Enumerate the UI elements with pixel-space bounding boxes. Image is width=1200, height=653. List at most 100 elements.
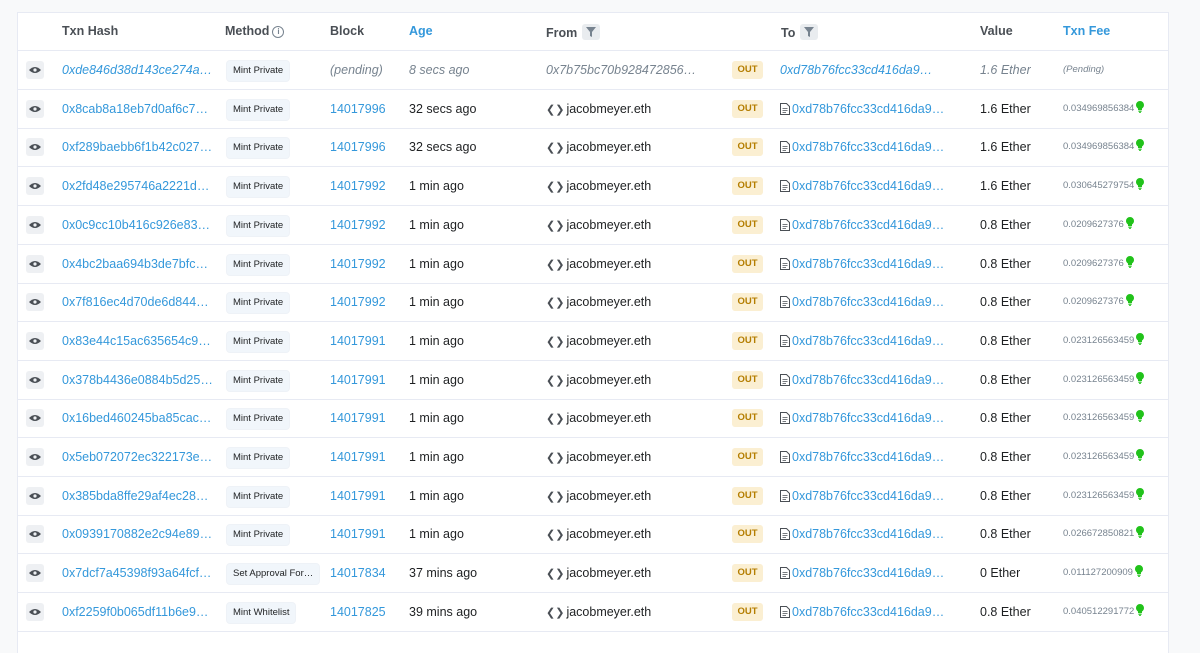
gas-bulb-icon[interactable] bbox=[1134, 603, 1145, 617]
gas-bulb-icon[interactable] bbox=[1134, 410, 1145, 423]
txn-hash-link[interactable]: 0x0939170882e2c94e89… bbox=[62, 515, 214, 553]
to-address-link[interactable]: 0xd78b76fcc33cd416da9… bbox=[780, 515, 955, 553]
view-details-eye-button[interactable] bbox=[26, 486, 44, 505]
from-address[interactable]: ❮❯ jacobmeyer.eth bbox=[546, 128, 726, 166]
to-address-link[interactable]: 0xd78b76fcc33cd416da9… bbox=[780, 477, 955, 515]
block-link[interactable]: 14017991 bbox=[330, 361, 386, 399]
from-address[interactable]: ❮❯ jacobmeyer.eth bbox=[546, 322, 726, 360]
block-link[interactable]: 14017992 bbox=[330, 283, 386, 321]
from-address[interactable]: ❮❯ jacobmeyer.eth bbox=[546, 206, 726, 244]
to-address-link[interactable]: 0xd78b76fcc33cd416da9… bbox=[780, 128, 955, 166]
txn-hash-link[interactable]: 0x385bda8ffe29af4ec28… bbox=[62, 477, 214, 515]
block-link[interactable]: 14017992 bbox=[330, 167, 386, 205]
txn-hash-link[interactable]: 0x0c9cc10b416c926e83… bbox=[62, 206, 214, 244]
from-address[interactable]: ❮❯ jacobmeyer.eth bbox=[546, 90, 726, 128]
header-txn-fee-toggle[interactable]: Txn Fee bbox=[1063, 24, 1110, 38]
block-link[interactable]: 14017834 bbox=[330, 554, 386, 592]
from-address[interactable]: ❮❯ jacobmeyer.eth bbox=[546, 283, 726, 321]
gas-bulb-icon[interactable] bbox=[1134, 178, 1145, 191]
to-address-link[interactable]: 0xd78b76fcc33cd416da9… bbox=[780, 167, 955, 205]
from-address[interactable]: ❮❯ jacobmeyer.eth bbox=[546, 361, 726, 399]
view-details-eye-button[interactable] bbox=[26, 177, 44, 196]
block-link[interactable]: 14017991 bbox=[330, 515, 386, 553]
from-address[interactable]: 0x7b75bc70b928472856… bbox=[546, 51, 726, 89]
filter-from-button[interactable] bbox=[582, 24, 601, 40]
view-details-eye-button[interactable] bbox=[26, 409, 44, 428]
table-row: 0x385bda8ffe29af4ec28… Mint Private 140179… bbox=[18, 477, 1168, 516]
block-link[interactable]: 14017991 bbox=[330, 322, 386, 360]
from-address[interactable]: ❮❯ jacobmeyer.eth bbox=[546, 245, 726, 283]
info-icon[interactable]: i bbox=[272, 26, 285, 38]
view-details-eye-button[interactable] bbox=[26, 602, 44, 621]
from-address[interactable]: ❮❯ jacobmeyer.eth bbox=[546, 593, 726, 631]
gas-bulb-icon[interactable] bbox=[1134, 139, 1145, 152]
block-link[interactable]: 14017992 bbox=[330, 245, 386, 283]
gas-bulb-icon[interactable] bbox=[1134, 371, 1145, 385]
to-address-link[interactable]: 0xd78b76fcc33cd416da9… bbox=[780, 399, 955, 437]
from-address[interactable]: ❮❯ jacobmeyer.eth bbox=[546, 477, 726, 515]
block-link[interactable]: 14017825 bbox=[330, 593, 386, 631]
block-link[interactable]: 14017992 bbox=[330, 206, 386, 244]
direction-badge: OUT bbox=[732, 331, 763, 350]
txn-hash-link[interactable]: 0x7dcf7a45398f93a64fcf… bbox=[62, 554, 214, 592]
to-address-text: 0xd78b76fcc33cd416da9… bbox=[792, 450, 945, 464]
block-link[interactable]: 14017991 bbox=[330, 399, 386, 437]
gas-bulb-icon[interactable] bbox=[1134, 526, 1145, 539]
txn-hash-link[interactable]: 0x83e44c15ac635654c9… bbox=[62, 322, 214, 360]
block-link[interactable]: 14017991 bbox=[330, 477, 386, 515]
view-details-eye-button[interactable] bbox=[26, 370, 44, 389]
value-text: 1.6 Ether bbox=[980, 179, 1031, 194]
header-age-toggle[interactable]: Age bbox=[409, 24, 433, 38]
txn-hash-link[interactable]: 0xde846d38d143ce274a… bbox=[62, 51, 214, 89]
method-badge: Mint Private bbox=[226, 330, 291, 353]
to-address-link[interactable]: 0xd78b76fcc33cd416da9… bbox=[780, 90, 955, 128]
block-link[interactable]: 14017996 bbox=[330, 90, 386, 128]
txn-hash-link[interactable]: 0x7f816ec4d70de6d844… bbox=[62, 283, 214, 321]
gas-bulb-icon[interactable] bbox=[1134, 100, 1145, 114]
to-address-text: 0xd78b76fcc33cd416da9… bbox=[792, 256, 945, 271]
txn-hash-link[interactable]: 0x16bed460245ba85cac… bbox=[62, 399, 214, 437]
txn-hash-link[interactable]: 0x5eb072072ec322173e… bbox=[62, 438, 214, 476]
view-details-eye-button[interactable] bbox=[26, 254, 44, 273]
txn-hash-link[interactable]: 0x4bc2baa694b3de7bfc… bbox=[62, 245, 214, 283]
txn-hash-link[interactable]: 0x2fd48e295746a2221d… bbox=[62, 167, 214, 205]
block-link[interactable]: 14017996 bbox=[330, 128, 386, 166]
view-details-eye-button[interactable] bbox=[26, 138, 44, 157]
gas-bulb-icon[interactable] bbox=[1124, 255, 1134, 269]
to-address-link[interactable]: 0xd78b76fcc33cd416da9… bbox=[780, 51, 955, 89]
gas-bulb-icon[interactable] bbox=[1134, 449, 1145, 462]
to-address-link[interactable]: 0xd78b76fcc33cd416da9… bbox=[780, 554, 955, 592]
gas-bulb-icon[interactable] bbox=[1134, 487, 1145, 501]
from-address[interactable]: ❮❯ jacobmeyer.eth bbox=[546, 399, 726, 437]
gas-bulb-icon[interactable] bbox=[1133, 565, 1143, 578]
gas-bulb-icon[interactable] bbox=[1134, 332, 1145, 346]
to-address-link[interactable]: 0xd78b76fcc33cd416da9… bbox=[780, 438, 955, 476]
gas-bulb-icon[interactable] bbox=[1124, 294, 1134, 307]
filter-to-button[interactable] bbox=[800, 24, 819, 40]
view-details-eye-button[interactable] bbox=[26, 525, 44, 544]
view-details-eye-button[interactable] bbox=[26, 293, 44, 312]
to-address-link[interactable]: 0xd78b76fcc33cd416da9… bbox=[780, 593, 955, 631]
txn-hash-link[interactable]: 0x8cab8a18eb7d0af6c7… bbox=[62, 90, 214, 128]
view-details-eye-button[interactable] bbox=[26, 564, 44, 583]
to-address-link[interactable]: 0xd78b76fcc33cd416da9… bbox=[780, 245, 955, 283]
gas-bulb-icon[interactable] bbox=[1124, 216, 1134, 230]
block-link[interactable]: 14017991 bbox=[330, 438, 386, 476]
from-address[interactable]: ❮❯ jacobmeyer.eth bbox=[546, 438, 726, 476]
from-address[interactable]: ❮❯ jacobmeyer.eth bbox=[546, 515, 726, 553]
view-details-eye-button[interactable] bbox=[26, 215, 44, 234]
to-address-link[interactable]: 0xd78b76fcc33cd416da9… bbox=[780, 283, 955, 321]
txn-hash-link[interactable]: 0xf2259f0b065df11b6e9… bbox=[62, 593, 214, 631]
to-address-link[interactable]: 0xd78b76fcc33cd416da9… bbox=[780, 361, 955, 399]
from-address[interactable]: ❮❯ jacobmeyer.eth bbox=[546, 554, 726, 592]
to-address-link[interactable]: 0xd78b76fcc33cd416da9… bbox=[780, 206, 955, 244]
view-details-eye-button[interactable] bbox=[26, 99, 44, 118]
to-address-link[interactable]: 0xd78b76fcc33cd416da9… bbox=[780, 322, 955, 360]
from-address[interactable]: ❮❯ jacobmeyer.eth bbox=[546, 167, 726, 205]
view-details-eye-button[interactable] bbox=[26, 331, 44, 350]
txn-hash-link[interactable]: 0x378b4436e0884b5d25… bbox=[62, 361, 214, 399]
view-details-eye-button[interactable] bbox=[26, 448, 44, 466]
txn-hash-link[interactable]: 0xf289baebb6f1b42c027… bbox=[62, 128, 214, 166]
view-details-eye-button[interactable] bbox=[26, 61, 44, 79]
table-row: 0x16bed460245ba85cac… Mint Private 1401799… bbox=[18, 399, 1168, 439]
